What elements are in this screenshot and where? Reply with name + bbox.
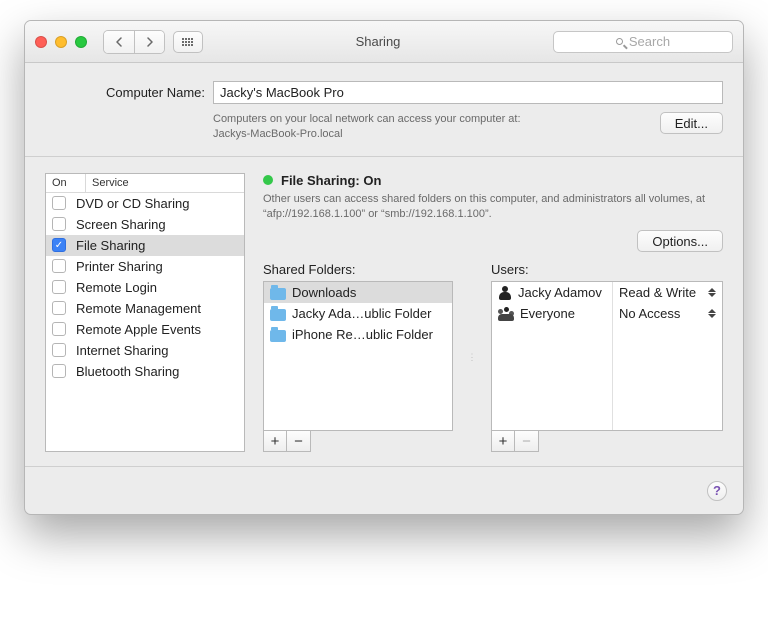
computer-name-field[interactable]: Jacky's MacBook Pro — [213, 81, 723, 104]
services-header: On Service — [46, 174, 244, 193]
users-add-remove: + − — [491, 430, 723, 452]
shared-folders-label: Shared Folders: — [263, 262, 453, 277]
checkbox-icon[interactable] — [52, 280, 66, 294]
search-input[interactable]: Search — [553, 31, 733, 53]
search-icon — [616, 38, 623, 45]
search-placeholder: Search — [629, 34, 670, 49]
status-indicator-icon — [263, 175, 273, 185]
checkbox-icon[interactable] — [52, 196, 66, 210]
forward-button[interactable] — [134, 31, 164, 53]
minimize-window-icon[interactable] — [55, 36, 67, 48]
service-row-screen-sharing[interactable]: Screen Sharing — [46, 214, 244, 235]
checkbox-icon[interactable] — [52, 301, 66, 315]
folder-icon — [270, 309, 286, 321]
add-folder-button[interactable]: + — [263, 430, 287, 452]
person-icon — [498, 286, 512, 300]
checkbox-icon[interactable] — [52, 217, 66, 231]
zoom-window-icon[interactable] — [75, 36, 87, 48]
users-column: Users: Jacky Adamov Everyone — [491, 262, 723, 452]
stepper-icon — [708, 309, 716, 318]
checkbox-icon[interactable] — [52, 322, 66, 336]
people-icon — [498, 307, 514, 321]
service-row-remote-apple-events[interactable]: Remote Apple Events — [46, 319, 244, 340]
help-button[interactable]: ? — [707, 481, 727, 501]
checkbox-icon[interactable] — [52, 343, 66, 357]
computer-name-label: Computer Name: — [45, 85, 205, 100]
sharing-preferences-window: Sharing Search Computer Name: Jacky's Ma… — [24, 20, 744, 515]
titlebar: Sharing Search — [25, 21, 743, 63]
checkbox-icon[interactable] — [52, 364, 66, 378]
service-row-bluetooth-sharing[interactable]: Bluetooth Sharing — [46, 361, 244, 382]
user-permission-select[interactable]: Read & Write — [613, 282, 722, 303]
users-list: Jacky Adamov Everyone Read & Write — [491, 281, 723, 431]
folder-icon — [270, 330, 286, 342]
folder-icon — [270, 288, 286, 300]
service-row-file-sharing[interactable]: ✓ File Sharing — [46, 235, 244, 256]
add-user-button[interactable]: + — [491, 430, 515, 452]
service-row-printer-sharing[interactable]: Printer Sharing — [46, 256, 244, 277]
remove-folder-button[interactable]: − — [287, 430, 311, 452]
window-title: Sharing — [211, 34, 545, 49]
checkbox-icon[interactable] — [52, 259, 66, 273]
computer-name-section: Computer Name: Jacky's MacBook Pro Compu… — [25, 63, 743, 157]
service-row-internet-sharing[interactable]: Internet Sharing — [46, 340, 244, 361]
service-row-dvd-cd-sharing[interactable]: DVD or CD Sharing — [46, 193, 244, 214]
service-detail: File Sharing: On Other users can access … — [263, 173, 723, 453]
grid-icon — [182, 38, 194, 46]
user-row[interactable]: Everyone — [492, 303, 612, 324]
user-row[interactable]: Jacky Adamov — [492, 282, 612, 303]
options-button[interactable]: Options... — [637, 230, 723, 252]
users-label: Users: — [491, 262, 723, 277]
shared-folder-row[interactable]: Jacky Ada…ublic Folder — [264, 303, 452, 324]
shared-folders-column: Shared Folders: Downloads Jacky Ada…ubli… — [263, 262, 453, 452]
shared-folders-list: Downloads Jacky Ada…ublic Folder iPhone … — [263, 281, 453, 431]
shared-folders-add-remove: + − — [263, 430, 453, 452]
computer-name-description: Computers on your local network can acce… — [213, 112, 652, 142]
status-access-text: Other users can access shared folders on… — [263, 192, 723, 223]
back-button[interactable] — [104, 31, 134, 53]
shared-folder-row[interactable]: Downloads — [264, 282, 452, 303]
services-list: On Service DVD or CD Sharing Screen Shar… — [45, 173, 245, 453]
traffic-lights — [35, 36, 87, 48]
sharing-content: On Service DVD or CD Sharing Screen Shar… — [25, 157, 743, 467]
footer: ? — [25, 466, 743, 514]
shared-folder-row[interactable]: iPhone Re…ublic Folder — [264, 324, 452, 345]
service-row-remote-login[interactable]: Remote Login — [46, 277, 244, 298]
column-resize-handle-icon[interactable]: ⋮ — [467, 337, 477, 377]
show-all-prefs-button[interactable] — [173, 31, 203, 53]
checkbox-checked-icon[interactable]: ✓ — [52, 238, 66, 252]
remove-user-button[interactable]: − — [515, 430, 539, 452]
stepper-icon — [708, 288, 716, 297]
edit-hostname-button[interactable]: Edit... — [660, 112, 723, 134]
service-row-remote-management[interactable]: Remote Management — [46, 298, 244, 319]
user-permission-select[interactable]: No Access — [613, 303, 722, 324]
close-window-icon[interactable] — [35, 36, 47, 48]
status-title: File Sharing: On — [281, 173, 381, 188]
nav-back-forward — [103, 30, 165, 54]
